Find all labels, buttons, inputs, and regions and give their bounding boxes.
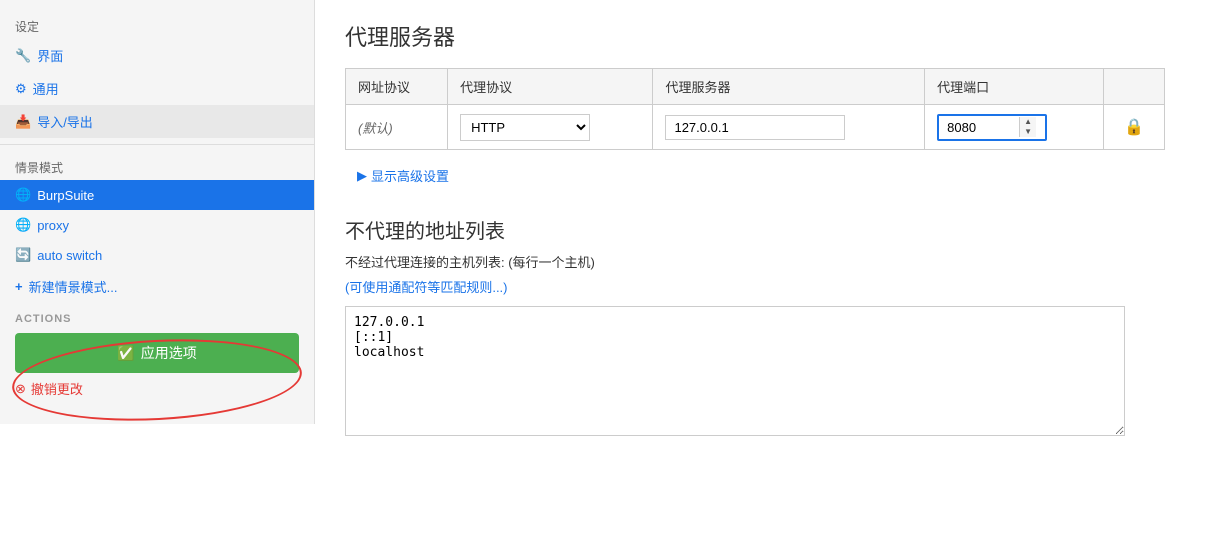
col-proxy-server: 代理服务器 — [653, 69, 925, 105]
apply-button-label: 应用选项 — [141, 343, 197, 363]
sidebar-item-importexport-label: 导入/导出 — [37, 112, 93, 131]
sidebar-item-proxy-label: proxy — [37, 218, 69, 233]
sidebar-item-interface-label: 界面 — [37, 46, 63, 65]
no-proxy-desc: 不经过代理连接的主机列表: (每行一个主机) — [345, 252, 1197, 271]
sidebar-item-newscene[interactable]: + 新建情景模式... — [0, 270, 314, 303]
sidebar-item-interface[interactable]: 🔧 界面 — [0, 39, 314, 72]
port-spinners: ▲ ▼ — [1019, 117, 1036, 137]
scene-section-label: 情景模式 — [0, 151, 314, 180]
col-url-protocol: 网址协议 — [346, 69, 448, 105]
sidebar-item-newscene-label: 新建情景模式... — [29, 277, 118, 296]
table-row: (默认) HTTP HTTPS SOCKS4 SOCKS5 — [346, 105, 1165, 150]
sidebar-item-general[interactable]: ⚙ 通用 — [0, 72, 314, 105]
proxy-globe-icon: 🌐 — [15, 217, 31, 233]
apply-button[interactable]: ✅ 应用选项 — [15, 333, 299, 373]
col-proxy-protocol: 代理协议 — [448, 69, 653, 105]
show-advanced-link[interactable]: ▶ 显示高级设置 — [345, 160, 1197, 191]
settings-section-label: 设定 — [0, 10, 314, 39]
main-content: 代理服务器 网址协议 代理协议 代理服务器 代理端口 (默认) HTTP HTT… — [315, 0, 1227, 551]
check-circle-icon: ✅ — [117, 345, 134, 362]
wildcard-link[interactable]: (可使用通配符等匹配规则...) — [345, 277, 1197, 296]
port-up-button[interactable]: ▲ — [1020, 117, 1036, 127]
proxy-protocol-cell: HTTP HTTPS SOCKS4 SOCKS5 — [448, 105, 653, 150]
sidebar-item-proxy[interactable]: 🌐 proxy — [0, 210, 314, 240]
burp-icon: 🌐 — [15, 187, 31, 203]
divider — [0, 144, 314, 145]
chevron-right-icon: ▶ — [357, 168, 367, 184]
proxy-protocol-select[interactable]: HTTP HTTPS SOCKS4 SOCKS5 — [460, 114, 590, 141]
sidebar-item-general-label: 通用 — [33, 79, 59, 98]
actions-section: ACTIONS ✅ 应用选项 ⊗ 撤销更改 — [0, 303, 314, 414]
proxy-section-title: 代理服务器 — [345, 20, 1197, 52]
wrench-icon: 🔧 — [15, 48, 31, 64]
url-protocol-cell: (默认) — [346, 105, 448, 150]
sidebar-item-importexport[interactable]: 📥 导入/导出 — [0, 105, 314, 138]
sidebar-item-burpsuite[interactable]: 🌐 BurpSuite — [0, 180, 314, 210]
proxy-server-input[interactable] — [665, 115, 845, 140]
plus-icon: + — [15, 279, 23, 294]
import-icon: 📥 — [15, 114, 31, 130]
proxy-port-input[interactable] — [939, 116, 1019, 139]
col-proxy-port: 代理端口 — [925, 69, 1104, 105]
col-lock — [1104, 69, 1165, 105]
sidebar-item-burpsuite-label: BurpSuite — [37, 188, 94, 203]
lock-cell: 🔒 — [1104, 105, 1165, 150]
no-proxy-textarea[interactable]: 127.0.0.1 [::1] localhost — [345, 306, 1125, 436]
proxy-port-cell: ▲ ▼ — [925, 105, 1104, 150]
sidebar: 设定 🔧 界面 ⚙ 通用 📥 导入/导出 情景模式 🌐 BurpSuite 🌐 … — [0, 0, 315, 424]
no-proxy-title: 不代理的地址列表 — [345, 215, 1197, 244]
proxy-table: 网址协议 代理协议 代理服务器 代理端口 (默认) HTTP HTTPS SOC… — [345, 68, 1165, 150]
lock-button[interactable]: 🔒 — [1116, 113, 1152, 141]
cancel-label: 撤销更改 — [31, 379, 83, 398]
cancel-icon: ⊗ — [15, 381, 26, 397]
cancel-link[interactable]: ⊗ 撤销更改 — [15, 373, 299, 404]
port-down-button[interactable]: ▼ — [1020, 127, 1036, 137]
port-input-wrapper: ▲ ▼ — [937, 114, 1047, 141]
proxy-server-cell — [653, 105, 925, 150]
sidebar-item-autoswitch[interactable]: 🔄 auto switch — [0, 240, 314, 270]
autoswitch-icon: 🔄 — [15, 247, 31, 263]
actions-label: ACTIONS — [15, 313, 299, 325]
sidebar-item-autoswitch-label: auto switch — [37, 248, 102, 263]
gear-icon: ⚙ — [15, 81, 27, 97]
show-advanced-label: 显示高级设置 — [371, 166, 449, 185]
